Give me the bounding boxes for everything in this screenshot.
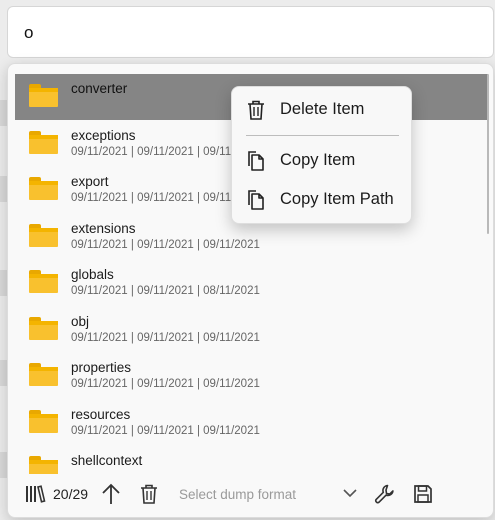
search-box[interactable] [7,6,494,58]
folder-icon [29,456,58,474]
item-dates: 09/11/2021 | 09/11/2021 | 08/11/2021 [71,285,260,297]
copy-item-label: Copy Item [280,151,356,169]
folder-icon [29,316,58,340]
item-dates: 09/11/2021 | 09/11/2021 | 09/11/2021 [71,378,260,390]
copy-item-path-menu-item[interactable]: Copy Item Path [232,181,411,217]
copy-icon [248,151,264,171]
item-dates: 09/11/2021 | 09/11/2021 | 09/11/2021 [71,238,260,251]
copy-item-menu-item[interactable]: Copy Item [232,142,411,178]
library-icon[interactable] [24,482,46,506]
item-name: globals [71,267,114,282]
arrow-up-icon[interactable] [100,482,122,506]
folder-icon [29,84,58,107]
copy-item-path-label: Copy Item Path [280,190,394,208]
context-menu: Delete Item Copy Item Copy Item Path [231,86,412,224]
item-name: exceptions [71,127,136,143]
list-item[interactable]: obj 09/11/2021 | 09/11/2021 | 09/11/2021 [15,307,488,353]
delete-item-menu-item[interactable]: Delete Item [232,91,411,127]
item-name: shellcontext [71,453,143,468]
item-name: converter [71,81,128,96]
save-icon[interactable] [412,482,434,506]
copy-icon [248,190,264,210]
menu-separator [246,135,399,136]
dump-format-select[interactable]: Select dump format [179,487,296,502]
folder-icon [29,223,58,247]
bottom-toolbar: 20/29 Select dump format [8,476,493,516]
item-dates: 09/11/2021 | 09/11/2021 | 09/11/2021 [71,331,260,344]
folder-icon [29,130,58,154]
item-name: extensions [71,220,136,236]
trash-icon [248,100,264,120]
item-name: resources [71,406,131,422]
wrench-icon[interactable] [373,482,397,506]
scrollbar[interactable] [487,74,489,234]
delete-item-label: Delete Item [280,100,365,118]
folder-icon [29,270,58,293]
item-name: obj [71,313,90,329]
item-name: export [71,174,109,189]
search-input[interactable] [24,21,464,45]
list-item[interactable]: globals 09/11/2021 | 09/11/2021 | 08/11/2… [15,260,488,306]
folder-icon [29,363,58,386]
chevron-down-icon[interactable] [342,486,358,505]
folder-icon [29,409,58,433]
trash-icon[interactable] [139,482,159,506]
folder-icon [29,177,58,200]
item-dates: 09/11/2021 | 09/11/2021 | 09/11/2021 [71,424,260,437]
item-name: properties [71,360,132,375]
list-item[interactable]: properties 09/11/2021 | 09/11/2021 | 09/1… [15,353,488,399]
result-count: 20/29 [53,486,89,502]
list-item[interactable]: resources 09/11/2021 | 09/11/2021 | 09/11… [15,400,488,446]
list-item[interactable]: shellcontext [15,446,488,474]
